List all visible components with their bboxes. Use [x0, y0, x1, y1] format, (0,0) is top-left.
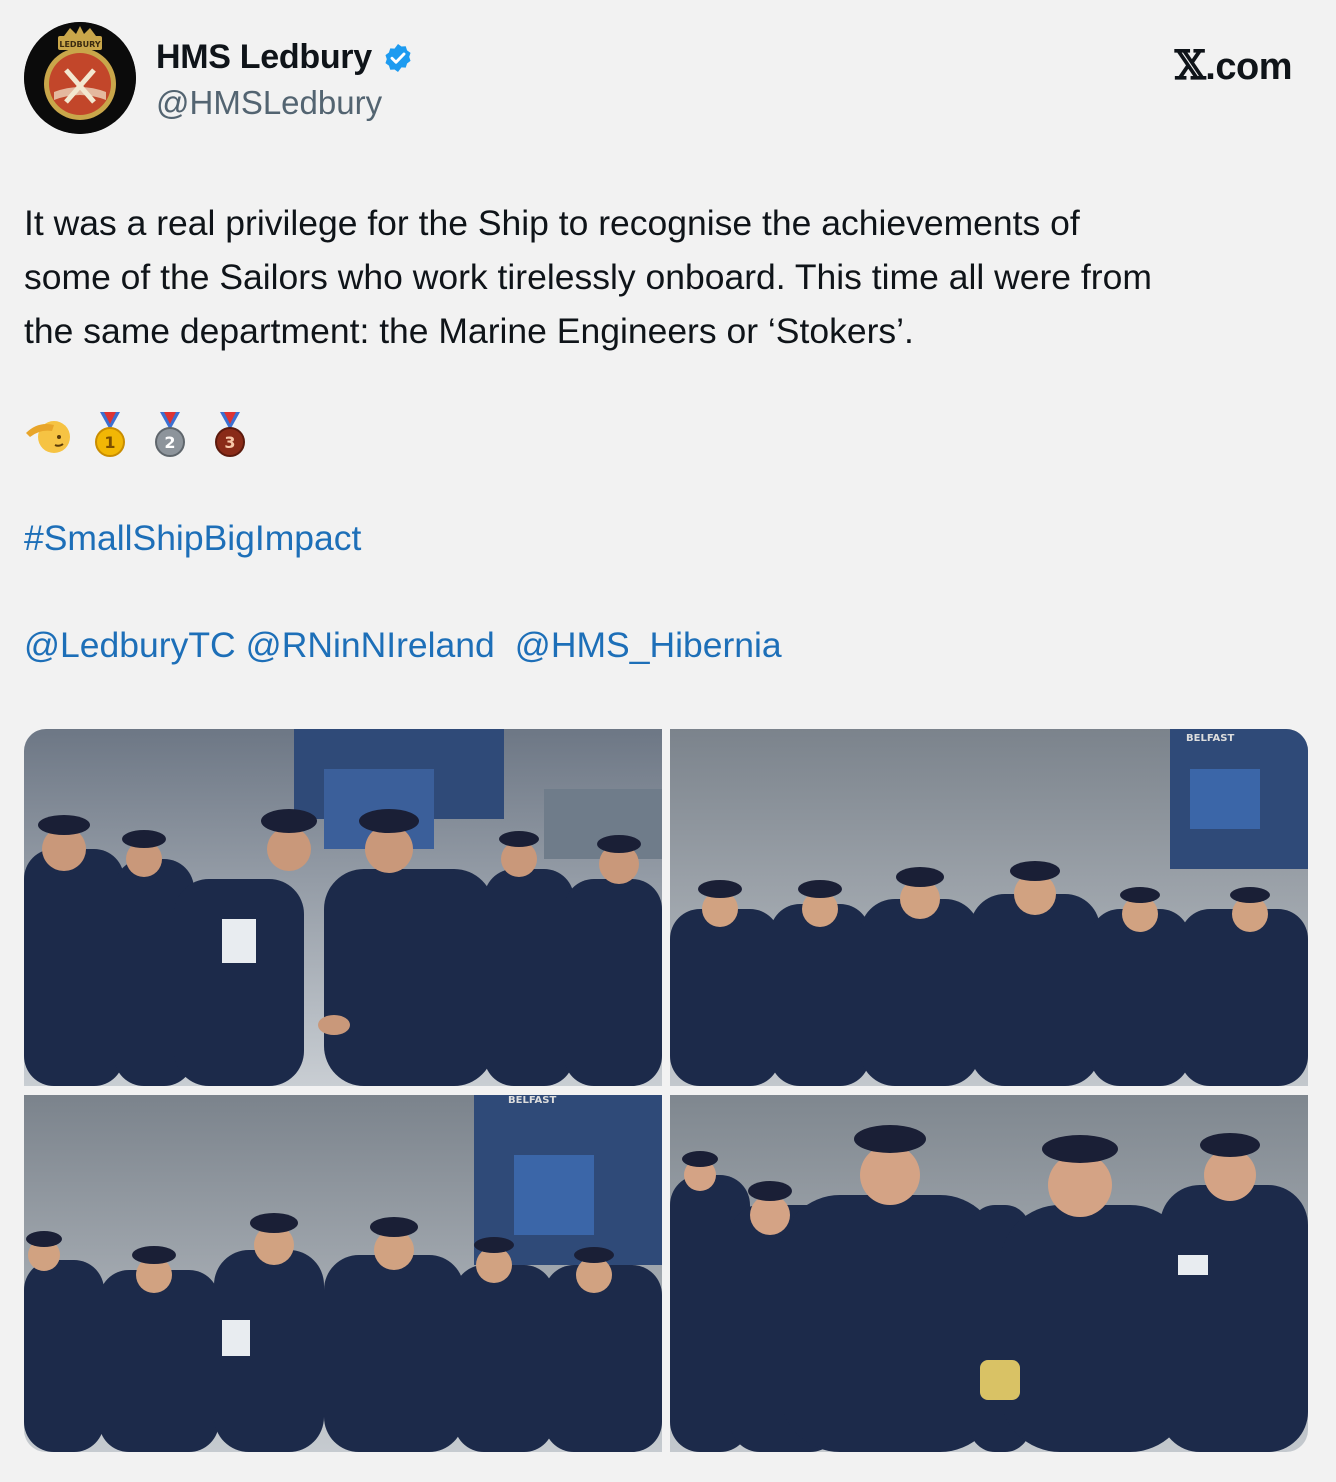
photo-sign-text: BELFAST	[508, 1095, 556, 1106]
tweet-text-line: the same department: the Marine Engineer…	[24, 311, 914, 351]
photo-2[interactable]: BELFAST	[670, 729, 1308, 1086]
photo-image	[24, 729, 662, 1086]
salute-emoji	[26, 421, 70, 453]
bronze-medal-emoji: 3	[215, 412, 245, 457]
tweet-body: It was a real privilege for the Ship to …	[24, 196, 1320, 358]
photo-image: BELFAST	[24, 1095, 662, 1452]
photo-1[interactable]	[24, 729, 662, 1086]
brand-suffix: .com	[1205, 46, 1292, 88]
mention-link[interactable]: @LedburyTC	[24, 625, 236, 665]
tweet-text-line: some of the Sailors who work tirelessly …	[24, 257, 1152, 297]
x-brand-logo: 𝕏 .com	[1174, 42, 1293, 89]
photo-image: BELFAST	[670, 729, 1308, 1086]
hashtag-link[interactable]: #SmallShipBigImpact	[24, 518, 361, 559]
photo-grid: BELFAST BELFAST	[24, 729, 1308, 1452]
medal-number: 2	[164, 433, 175, 452]
mentions-row: @LedburyTC @RNinNIreland @HMS_Hibernia	[24, 625, 792, 666]
photo-3[interactable]: BELFAST	[24, 1095, 662, 1452]
mention-link[interactable]: @RNinNIreland	[246, 625, 495, 665]
crest-label: LEDBURY	[59, 40, 101, 49]
avatar[interactable]: LEDBURY	[24, 22, 136, 134]
gold-medal-emoji: 1	[95, 412, 125, 457]
ship-crest-icon: LEDBURY	[24, 22, 136, 134]
medal-number: 1	[104, 433, 115, 452]
author-handle[interactable]: @HMSLedbury	[156, 84, 382, 122]
medal-number: 3	[224, 433, 235, 452]
tweet-header: LEDBURY HMS Ledbury @HMSLedbury 𝕏 .com	[24, 22, 1314, 138]
tweet-text-line: It was a real privilege for the Ship to …	[24, 203, 1080, 243]
photo-image	[670, 1095, 1308, 1452]
x-logo-icon: 𝕏	[1174, 42, 1206, 89]
mention-link[interactable]: @HMS_Hibernia	[515, 625, 782, 665]
silver-medal-emoji: 2	[155, 412, 185, 457]
verified-badge-icon	[385, 43, 411, 72]
emoji-row: 1 2 3	[24, 408, 254, 462]
photo-4[interactable]	[670, 1095, 1308, 1452]
author-display-name[interactable]: HMS Ledbury	[156, 38, 372, 77]
photo-sign-text: BELFAST	[1186, 733, 1234, 744]
